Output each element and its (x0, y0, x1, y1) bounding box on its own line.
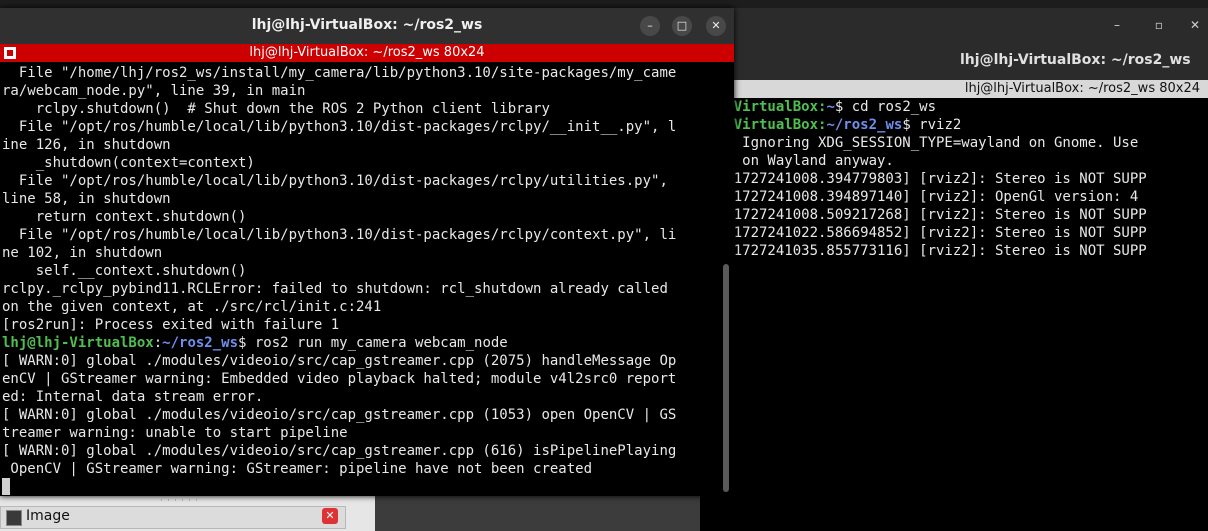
terminal-line: line 58, in shutdown (2, 191, 171, 207)
terminal-line: treamer warning: unable to start pipelin… (2, 425, 348, 441)
close-button[interactable]: ✕ (706, 16, 726, 36)
terminal-line: OpenCV | GStreamer warning: GStreamer: p… (2, 461, 593, 477)
terminal-line: File "/opt/ros/humble/local/lib/python3.… (2, 119, 677, 135)
terminal-line: O] [1727241022.586694852] [rviz2]: Stere… (700, 225, 1147, 241)
terminal-line: ra/webcam_node.py", line 39, in main (2, 83, 306, 99)
prompt-separator: : (153, 335, 163, 351)
terminal-line: return context.shutdown() (2, 209, 247, 225)
terminal-output[interactable]: File "/home/lhj/ros2_ws/install/my_camer… (2, 64, 722, 478)
background-terminal-window[interactable]: – ▫ ✕ lhj@lhj-VirtualBox: ~/ros2_ws lhj@… (700, 8, 1208, 531)
minimize-icon[interactable]: – (1108, 16, 1126, 34)
command-text: $ rviz2 (902, 117, 962, 133)
background-terminal-title: lhj@lhj-VirtualBox: ~/ros2_ws (960, 52, 1191, 68)
terminal-line: O] [1727241008.394897140] [rviz2]: OpenG… (700, 189, 1139, 205)
terminal-line: File "/home/lhj/ros2_ws/install/my_camer… (2, 65, 677, 81)
prompt-path: ~/ros2_ws (162, 335, 239, 351)
image-window-icon (6, 510, 22, 526)
terminal-line: [ros2run]: Process exited with failure 1 (2, 317, 340, 333)
terminal-line: File "/opt/ros/humble/local/lib/python3.… (2, 173, 668, 189)
terminal-line: lhj-VirtualBox:~$ cd ros2_ws (700, 98, 1208, 116)
prompt-path: ~/ros2_ws (826, 117, 903, 133)
desktop-background (375, 496, 700, 531)
prompt-user: lhj@lhj-VirtualBox (2, 335, 154, 351)
image-window-title: Image (26, 508, 70, 524)
main-terminal-titlebar[interactable]: lhj@lhj-VirtualBox: ~/ros2_ws – □ ✕ (0, 8, 734, 44)
command-text: $ ros2 run my_camera webcam_node (238, 335, 508, 351)
terminal-line: O] [1727241008.509217268] [rviz2]: Stere… (700, 207, 1147, 223)
terminal-line: lhj@lhj-VirtualBox:~/ros2_ws$ ros2 run m… (2, 334, 722, 352)
terminal-line: enCV | GStreamer warning: Embedded video… (2, 371, 677, 387)
maximize-icon[interactable]: ▫ (1150, 16, 1168, 34)
resize-grip[interactable]: · · · · · · (160, 496, 210, 505)
terminal-line: ed: Internal data stream error. (2, 389, 264, 405)
command-text: $ cd ros2_ws (834, 99, 937, 115)
terminal-line: [ WARN:0] global ./modules/videoio/src/c… (2, 443, 677, 459)
terminal-line: ing: Ignoring XDG_SESSION_TYPE=wayland o… (700, 135, 1139, 151)
terminal-line: [ WARN:0] global ./modules/videoio/src/c… (2, 353, 677, 369)
close-icon[interactable]: ✕ (322, 508, 338, 524)
terminal-line: run on Wayland anyway. (700, 153, 894, 169)
background-terminal-subtitle: lhj@lhj-VirtualBox: ~/ros2_ws 80x24 (700, 80, 1208, 98)
terminal-line: rclpy.shutdown() # Shut down the ROS 2 P… (2, 101, 550, 117)
minimize-button[interactable]: – (640, 16, 660, 36)
background-terminal-output[interactable]: lhj-VirtualBox:~$ cd ros2_ws lhj-VirtualB… (700, 98, 1208, 260)
image-window[interactable]: · · · · · · Image ✕ (0, 496, 375, 531)
background-terminal-titlebar[interactable]: – ▫ ✕ lhj@lhj-VirtualBox: ~/ros2_ws (700, 8, 1208, 80)
terminal-line: _shutdown(context=context) (2, 155, 255, 171)
terminal-line: lhj-VirtualBox:~/ros2_ws$ rviz2 (700, 116, 1208, 134)
scrollbar[interactable] (723, 264, 729, 492)
terminal-subtitle: lhj@lhj-VirtualBox: ~/ros2_ws 80x24 (249, 45, 485, 60)
terminal-line: rclpy._rclpy_pybind11.RCLError: failed t… (2, 281, 668, 297)
main-terminal-title: lhj@lhj-VirtualBox: ~/ros2_ws (251, 17, 483, 33)
terminal-line: File "/opt/ros/humble/local/lib/python3.… (2, 227, 677, 243)
terminal-line: on the given context, at ./src/rcl/init.… (2, 299, 382, 315)
terminal-line: ne 102, in shutdown (2, 245, 163, 261)
main-terminal-window[interactable]: lhj@lhj-VirtualBox: ~/ros2_ws – □ ✕ lhj@… (0, 8, 734, 496)
terminal-line: O] [1727241008.394779803] [rviz2]: Stere… (700, 171, 1147, 187)
close-icon[interactable]: ✕ (1186, 16, 1204, 34)
terminal-line: self.__context.shutdown() (2, 263, 247, 279)
terminal-line: [ WARN:0] global ./modules/videoio/src/c… (2, 407, 677, 423)
text-cursor (2, 478, 10, 495)
maximize-button[interactable]: □ (672, 16, 692, 36)
terminal-subtitle-bar: lhj@lhj-VirtualBox: ~/ros2_ws 80x24 (0, 44, 734, 62)
prompt-path: ~ (826, 99, 835, 115)
terminal-line: O] [1727241035.855773116] [rviz2]: Stere… (700, 243, 1147, 259)
terminal-line: ine 126, in shutdown (2, 137, 171, 153)
top-panel (0, 0, 1208, 8)
